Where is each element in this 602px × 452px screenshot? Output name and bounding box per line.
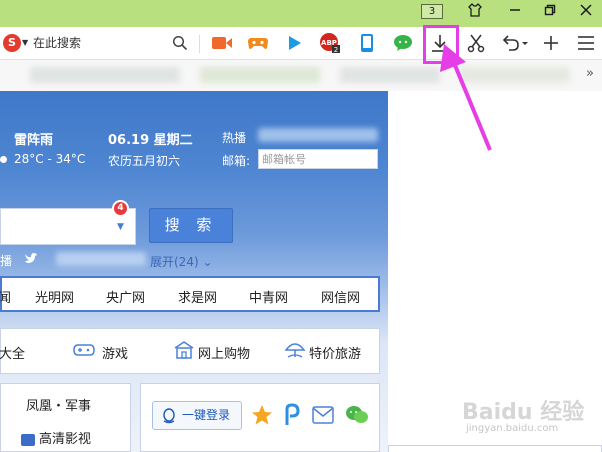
sites-bar: 闻 光明网 央广网 求是网 中青网 网信网: [0, 276, 380, 312]
mail-label: 邮箱:: [222, 154, 251, 168]
search-input[interactable]: [33, 34, 167, 52]
bookmark-blur: [30, 67, 180, 83]
weather-dot-icon: [0, 156, 7, 163]
watermark-url: jingyan.baidu.com: [466, 423, 559, 434]
highlight-box: [423, 25, 459, 64]
close-button[interactable]: [573, 3, 599, 23]
categories-bar: 大全 游戏 网上购物 特价旅游: [0, 328, 380, 374]
search-icon[interactable]: [172, 35, 188, 51]
restore-button[interactable]: [537, 3, 563, 23]
skin-icon[interactable]: [462, 3, 488, 23]
hot-content-blur[interactable]: [258, 128, 378, 142]
quick-login-button[interactable]: 一键登录: [152, 401, 242, 430]
left-panel-link-text: 高清影视: [39, 432, 92, 447]
video-icon: [21, 433, 35, 446]
site-link[interactable]: 求是网: [178, 287, 217, 306]
site-link[interactable]: 闻: [0, 287, 11, 306]
mail-icon[interactable]: [312, 406, 334, 424]
qq-icon: [163, 408, 175, 424]
solar-date: 06.19 星期二: [108, 133, 193, 148]
title-bar: 3: [0, 0, 602, 27]
bookmark-blur: [340, 67, 440, 83]
bookmark-bar: »: [0, 60, 602, 91]
hotline-blur[interactable]: [56, 252, 146, 266]
cut-icon[interactable]: [465, 32, 487, 54]
toolbar: S ▼ ABP2: [0, 27, 602, 60]
weather-condition[interactable]: 雷阵雨: [14, 129, 53, 148]
category-link[interactable]: 网上购物: [198, 343, 250, 362]
hot-label: 热播: [222, 131, 247, 145]
left-panel-link[interactable]: 高清影视: [21, 428, 91, 447]
watermark: Baidu 经验: [462, 400, 585, 425]
category-link[interactable]: 游戏: [102, 343, 128, 362]
weather-temperature[interactable]: 28°C - 34°C: [0, 152, 85, 166]
site-link[interactable]: 中青网: [249, 287, 288, 306]
site-link[interactable]: 光明网: [35, 287, 74, 306]
undo-icon[interactable]: [500, 32, 530, 54]
left-panel: 凤凰・军事 高清影视: [0, 383, 131, 452]
category-link[interactable]: 特价旅游: [309, 343, 361, 362]
left-panel-link[interactable]: 凤凰・军事: [26, 395, 91, 414]
bookmark-blur: [460, 67, 570, 83]
play-icon[interactable]: [283, 32, 305, 54]
pay-icon[interactable]: [281, 403, 303, 427]
video-icon[interactable]: [211, 32, 233, 54]
adblock-icon[interactable]: ABP 2: [319, 32, 341, 54]
phone-icon[interactable]: [356, 32, 378, 54]
temperature-text: 28°C - 34°C: [14, 152, 86, 166]
shop-icon: [174, 341, 194, 359]
gamepad-icon: [73, 344, 95, 356]
menu-icon[interactable]: [575, 32, 597, 54]
add-icon[interactable]: [540, 32, 562, 54]
more-bookmarks-icon[interactable]: »: [586, 66, 594, 81]
bird-icon[interactable]: [24, 251, 38, 269]
chevron-down-icon[interactable]: ▼: [22, 34, 28, 52]
hotline-prefix: 播: [0, 254, 13, 268]
search-button[interactable]: 搜 索: [149, 208, 233, 243]
minimize-button[interactable]: [502, 3, 528, 23]
chevron-down-icon: ⌄: [202, 255, 213, 269]
search-dropdown-icon[interactable]: ▼: [117, 222, 124, 232]
site-link[interactable]: 网信网: [321, 287, 360, 306]
umbrella-icon: [284, 343, 306, 358]
mail-account-input[interactable]: [258, 149, 378, 169]
toolbar-divider: [199, 35, 200, 53]
tab-count-badge[interactable]: 3: [421, 4, 443, 19]
lunar-date: 农历五月初六: [108, 154, 181, 168]
right-panel: [388, 445, 602, 452]
site-link[interactable]: 央广网: [106, 287, 145, 306]
svg-text:2: 2: [334, 46, 338, 54]
expand-link[interactable]: 展开(24) ⌄: [150, 253, 213, 270]
chat-icon[interactable]: [392, 32, 414, 54]
expand-label: 展开(24): [150, 255, 199, 269]
notification-badge: 4: [112, 200, 129, 217]
game-icon[interactable]: [247, 32, 269, 54]
quick-login-label: 一键登录: [182, 408, 231, 422]
sogou-logo-icon[interactable]: S: [3, 34, 21, 52]
wechat-icon[interactable]: [345, 404, 369, 426]
bookmark-blur: [200, 67, 320, 83]
star-icon[interactable]: [251, 404, 273, 426]
category-link[interactable]: 大全: [0, 343, 25, 362]
